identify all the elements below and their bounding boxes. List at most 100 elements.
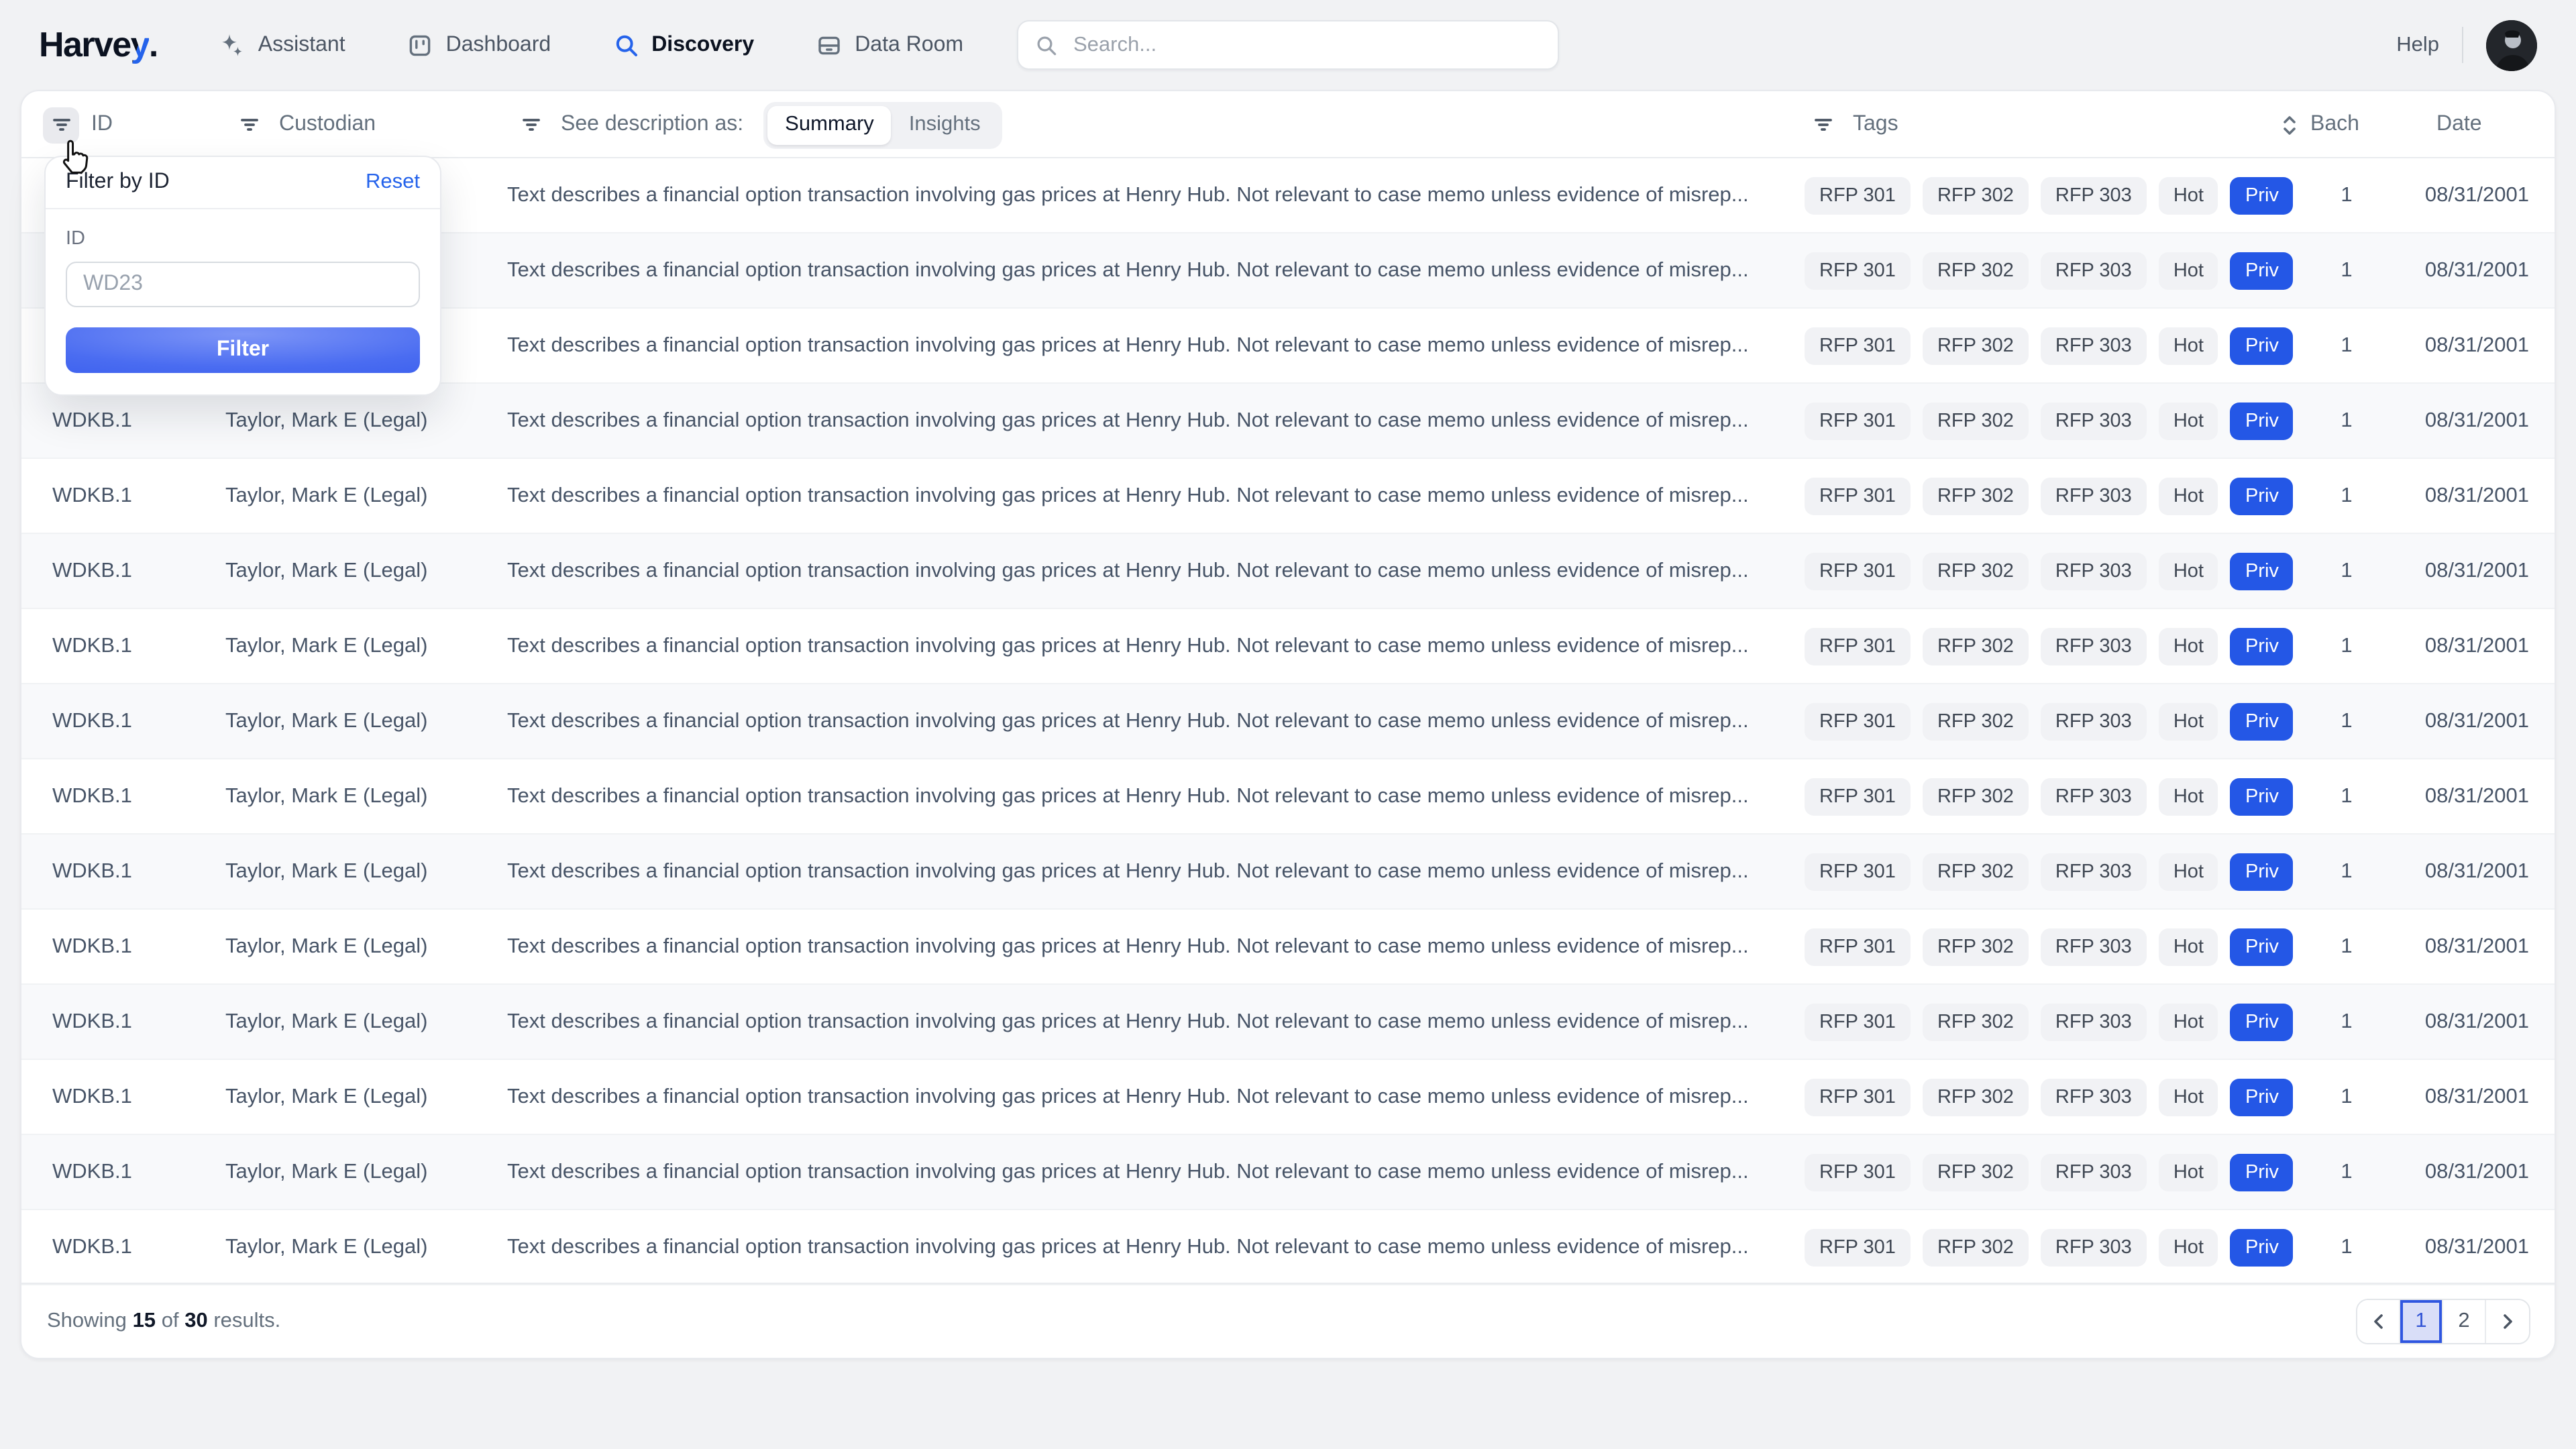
tag-pill: RFP 302 [1923,1229,2029,1267]
tag-pill: RFP 303 [2041,928,2147,966]
row-date: 08/31/2001 [2425,759,2529,835]
row-id: WDKB.1 [52,1060,132,1135]
table-row[interactable]: WDKB.1 Taylor, Mark E (Legal) Text descr… [21,910,2555,985]
row-description: Text describes a financial option transa… [507,309,1749,384]
id-field-label: ID [66,228,420,250]
priv-tag-pill: Priv [2231,703,2294,741]
tag-pill: RFP 301 [1805,1154,1911,1191]
row-id: WDKB.1 [52,534,132,609]
search-input[interactable] [1071,32,1542,58]
user-avatar[interactable] [2486,19,2537,70]
priv-tag-pill: Priv [2231,553,2294,590]
tag-pill: RFP 301 [1805,853,1911,891]
tag-pill: Hot [2159,478,2218,515]
tab-assistant[interactable]: Assistant [219,32,345,58]
row-tags: RFP 301RFP 302RFP 303HotPriv [1805,1060,2294,1135]
toggle-summary[interactable]: Summary [767,105,892,144]
app-root: Harvey. Assistant Dashboard Discovery [0,0,2576,1449]
tag-pill: RFP 301 [1805,1004,1911,1041]
tag-pill: Hot [2159,1229,2218,1267]
help-link[interactable]: Help [2396,33,2439,57]
column-label-tags[interactable]: Tags [1853,113,1898,137]
results-summary: Showing 15 of 30 results. [47,1309,280,1333]
table-row[interactable]: WDKB.1 Taylor, Mark E (Legal) Text descr… [21,684,2555,759]
id-filter-button[interactable] [43,107,79,143]
filter-popover-title: Filter by ID [66,170,170,195]
tag-pill: RFP 303 [2041,478,2147,515]
tag-pill: RFP 303 [2041,252,2147,290]
column-header-custodian: Custodian [231,91,376,158]
page-button-1[interactable]: 1 [2400,1299,2443,1342]
table-row[interactable]: WDKB.1 Taylor, Mark E (Legal) Text descr… [21,534,2555,609]
tag-pill: RFP 302 [1923,478,2029,515]
total-count: 30 [184,1309,208,1332]
table-row[interactable]: WDKB.1 Taylor, Mark E (Legal) Text descr… [21,985,2555,1060]
tab-data-room[interactable]: Data Room [816,32,963,58]
next-page-button[interactable] [2486,1299,2529,1342]
table-row[interactable]: WDKB.1 Taylor, Mark E (Legal) Text descr… [21,1135,2555,1210]
table-row[interactable]: WDKB.1 Taylor, Mark E (Legal) Text descr… [21,1060,2555,1135]
tab-label: Data Room [855,33,963,57]
toggle-insights[interactable]: Insights [892,105,998,144]
tag-pill: Hot [2159,327,2218,365]
magnifier-icon [612,32,639,58]
tag-pill: Hot [2159,252,2218,290]
column-header-description: See description as: Summary Insights [513,91,1002,158]
tag-pill: RFP 301 [1805,778,1911,816]
row-date: 08/31/2001 [2425,684,2529,759]
row-tags: RFP 301RFP 302RFP 303HotPriv [1805,609,2294,684]
table-footer: Showing 15 of 30 results. 1 2 [21,1283,2555,1358]
table-row[interactable]: WDKB.1 Taylor, Mark E (Legal) Text descr… [21,609,2555,684]
column-label-id[interactable]: ID [91,113,113,137]
column-label-custodian[interactable]: Custodian [279,113,376,137]
tag-pill: RFP 301 [1805,1229,1911,1267]
tag-pill: RFP 303 [2041,327,2147,365]
of-label: of [162,1309,179,1332]
row-date: 08/31/2001 [2425,1060,2529,1135]
column-label-date[interactable]: Date [2436,113,2482,137]
sort-icon[interactable] [2281,113,2298,136]
row-id: WDKB.1 [52,910,132,985]
table-row[interactable]: WDKB.1 Taylor, Mark E (Legal) Text descr… [21,1210,2555,1285]
tab-label: Assistant [258,33,345,57]
tab-discovery[interactable]: Discovery [612,32,754,58]
description-mode-toggle: Summary Insights [763,101,1002,148]
row-date: 08/31/2001 [2425,459,2529,534]
id-filter-input[interactable] [66,262,420,307]
tag-pill: RFP 302 [1923,1004,2029,1041]
table-row[interactable]: WDKB.1 Taylor, Mark E (Legal) Text descr… [21,459,2555,534]
row-date: 08/31/2001 [2425,1210,2529,1285]
table-row[interactable]: WDKB.1 Taylor, Mark E (Legal) Text descr… [21,759,2555,835]
tab-dashboard[interactable]: Dashboard [407,32,551,58]
column-header-id: ID [43,91,113,158]
tag-pill: RFP 301 [1805,177,1911,215]
row-date: 08/31/2001 [2425,910,2529,985]
tag-pill: RFP 301 [1805,252,1911,290]
tag-pill: RFP 302 [1923,177,2029,215]
row-id: WDKB.1 [52,1210,132,1285]
global-search [1017,20,1559,70]
tags-filter-button[interactable] [1805,107,1841,143]
apply-filter-button[interactable]: Filter [66,327,420,373]
divider [2462,27,2463,63]
row-custodian: Taylor, Mark E (Legal) [225,534,428,609]
filter-icon [50,114,72,136]
row-tags: RFP 301RFP 302RFP 303HotPriv [1805,910,2294,985]
priv-tag-pill: Priv [2231,478,2294,515]
page-button-2[interactable]: 2 [2443,1299,2486,1342]
row-custodian: Taylor, Mark E (Legal) [225,1135,428,1210]
tag-pill: Hot [2159,1004,2218,1041]
tag-pill: RFP 302 [1923,402,2029,440]
priv-tag-pill: Priv [2231,1229,2294,1267]
tag-pill: RFP 301 [1805,1079,1911,1116]
reset-link[interactable]: Reset [366,170,420,195]
showing-label: Showing [47,1309,127,1332]
custodian-filter-button[interactable] [231,107,267,143]
tag-pill: Hot [2159,778,2218,816]
description-filter-button[interactable] [513,107,549,143]
tag-pill: Hot [2159,553,2218,590]
table-row[interactable]: WDKB.1 Taylor, Mark E (Legal) Text descr… [21,835,2555,910]
row-tags: RFP 301RFP 302RFP 303HotPriv [1805,1135,2294,1210]
column-label-bach[interactable]: Bach [2310,113,2359,137]
prev-page-button[interactable] [2357,1299,2400,1342]
